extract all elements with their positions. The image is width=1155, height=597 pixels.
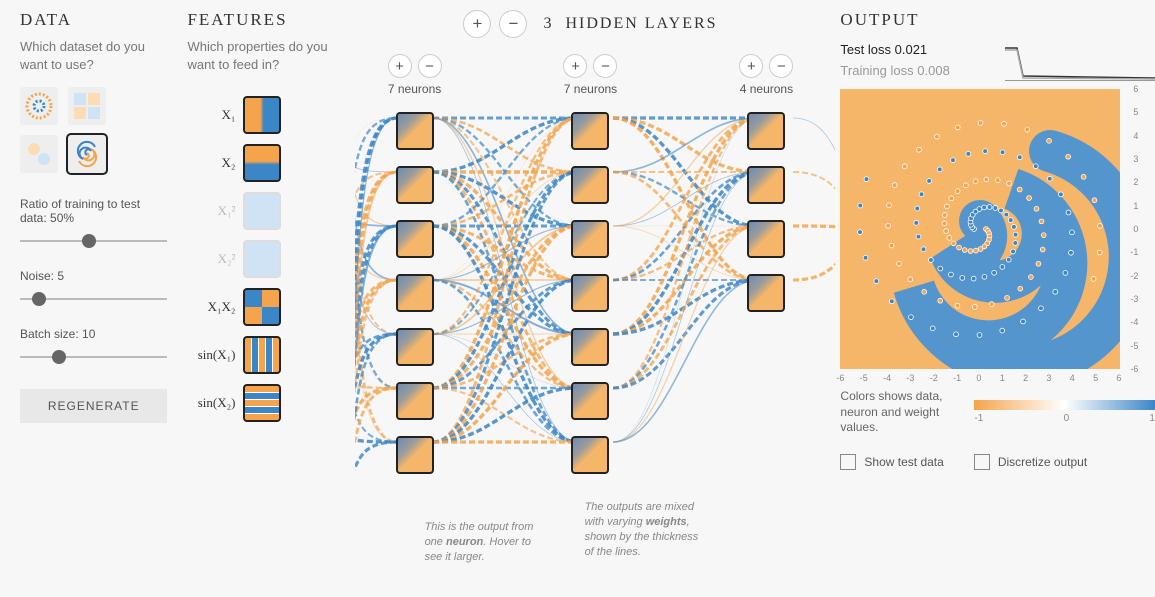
callout-neuron: This is the output from one neuron. Hove… xyxy=(425,520,545,565)
show-test-checkbox[interactable]: Show test data xyxy=(840,454,943,470)
remove-neuron-0[interactable]: − xyxy=(418,54,442,78)
callout-weights: The outputs are mixed with varying weigh… xyxy=(585,500,705,559)
neuron-2-3[interactable] xyxy=(747,274,785,312)
dataset-gauss[interactable] xyxy=(20,135,58,173)
output-title: OUTPUT xyxy=(840,10,1155,30)
neuron-0-0[interactable] xyxy=(396,112,434,150)
dataset-spiral[interactable] xyxy=(68,135,106,173)
dataset-xor[interactable] xyxy=(68,87,106,125)
feature-toggle-2[interactable] xyxy=(243,192,281,230)
neuron-1-0[interactable] xyxy=(571,112,609,150)
add-neuron-2[interactable]: + xyxy=(739,54,763,78)
batch-label: Batch size: 10 xyxy=(20,327,167,341)
neuron-1-2[interactable] xyxy=(571,220,609,258)
neuron-1-3[interactable] xyxy=(571,274,609,312)
neuron-1-6[interactable] xyxy=(571,436,609,474)
neuron-0-6[interactable] xyxy=(396,436,434,474)
features-title: FEATURES xyxy=(187,10,354,30)
feature-toggle-1[interactable] xyxy=(243,144,281,182)
noise-label: Noise: 5 xyxy=(20,269,167,283)
feature-label: sin(X₁) xyxy=(187,347,243,363)
noise-slider[interactable] xyxy=(20,289,167,309)
data-title: DATA xyxy=(20,10,167,30)
neuron-1-1[interactable] xyxy=(571,166,609,204)
dataset-circle[interactable] xyxy=(20,87,58,125)
neuron-0-4[interactable] xyxy=(396,328,434,366)
ratio-label: Ratio of training to test data: 50% xyxy=(20,197,167,225)
neuron-2-0[interactable] xyxy=(747,112,785,150)
add-neuron-0[interactable]: + xyxy=(388,54,412,78)
feature-label: X₁² xyxy=(187,203,243,219)
add-neuron-1[interactable]: + xyxy=(563,54,587,78)
ratio-slider[interactable] xyxy=(20,231,167,251)
add-layer-button[interactable]: + xyxy=(463,10,491,38)
feature-label: X₁X₂ xyxy=(187,299,243,315)
neuron-0-1[interactable] xyxy=(396,166,434,204)
neuron-0-2[interactable] xyxy=(396,220,434,258)
feature-label: X₁ xyxy=(187,107,243,123)
discretize-checkbox[interactable]: Discretize output xyxy=(974,454,1087,470)
feature-toggle-4[interactable] xyxy=(243,288,281,326)
loss-chart xyxy=(1005,46,1155,81)
neuron-0-3[interactable] xyxy=(396,274,434,312)
remove-neuron-2[interactable]: − xyxy=(769,54,793,78)
neuron-count-2: 4 neurons xyxy=(740,82,793,96)
neuron-2-2[interactable] xyxy=(747,220,785,258)
remove-neuron-1[interactable]: − xyxy=(593,54,617,78)
feature-toggle-3[interactable] xyxy=(243,240,281,278)
hidden-title: HIDDEN LAYERS xyxy=(565,15,717,32)
neuron-count-0: 7 neurons xyxy=(388,82,441,96)
output-plot[interactable]: -6-5-4-3-2-10123456-6-5-4-3-2-10123456 xyxy=(840,89,1120,369)
feature-toggle-5[interactable] xyxy=(243,336,281,374)
features-subtitle: Which properties do you want to feed in? xyxy=(187,38,354,73)
feature-toggle-0[interactable] xyxy=(243,96,281,134)
neuron-2-1[interactable] xyxy=(747,166,785,204)
data-subtitle: Which dataset do you want to use? xyxy=(20,38,167,73)
color-gradient xyxy=(974,400,1155,410)
neuron-1-4[interactable] xyxy=(571,328,609,366)
feature-label: X₂² xyxy=(187,251,243,267)
hidden-count: 3 xyxy=(543,15,553,32)
regenerate-button[interactable]: REGENERATE xyxy=(20,389,167,423)
feature-toggle-6[interactable] xyxy=(243,384,281,422)
neuron-0-5[interactable] xyxy=(396,382,434,420)
neuron-count-1: 7 neurons xyxy=(564,82,617,96)
neuron-1-5[interactable] xyxy=(571,382,609,420)
remove-layer-button[interactable]: − xyxy=(499,10,527,38)
feature-label: sin(X₂) xyxy=(187,395,243,411)
feature-label: X₂ xyxy=(187,155,243,171)
batch-slider[interactable] xyxy=(20,347,167,367)
legend-text: Colors shows data, neuron and weight val… xyxy=(840,389,960,436)
dataset-picker xyxy=(20,87,167,173)
